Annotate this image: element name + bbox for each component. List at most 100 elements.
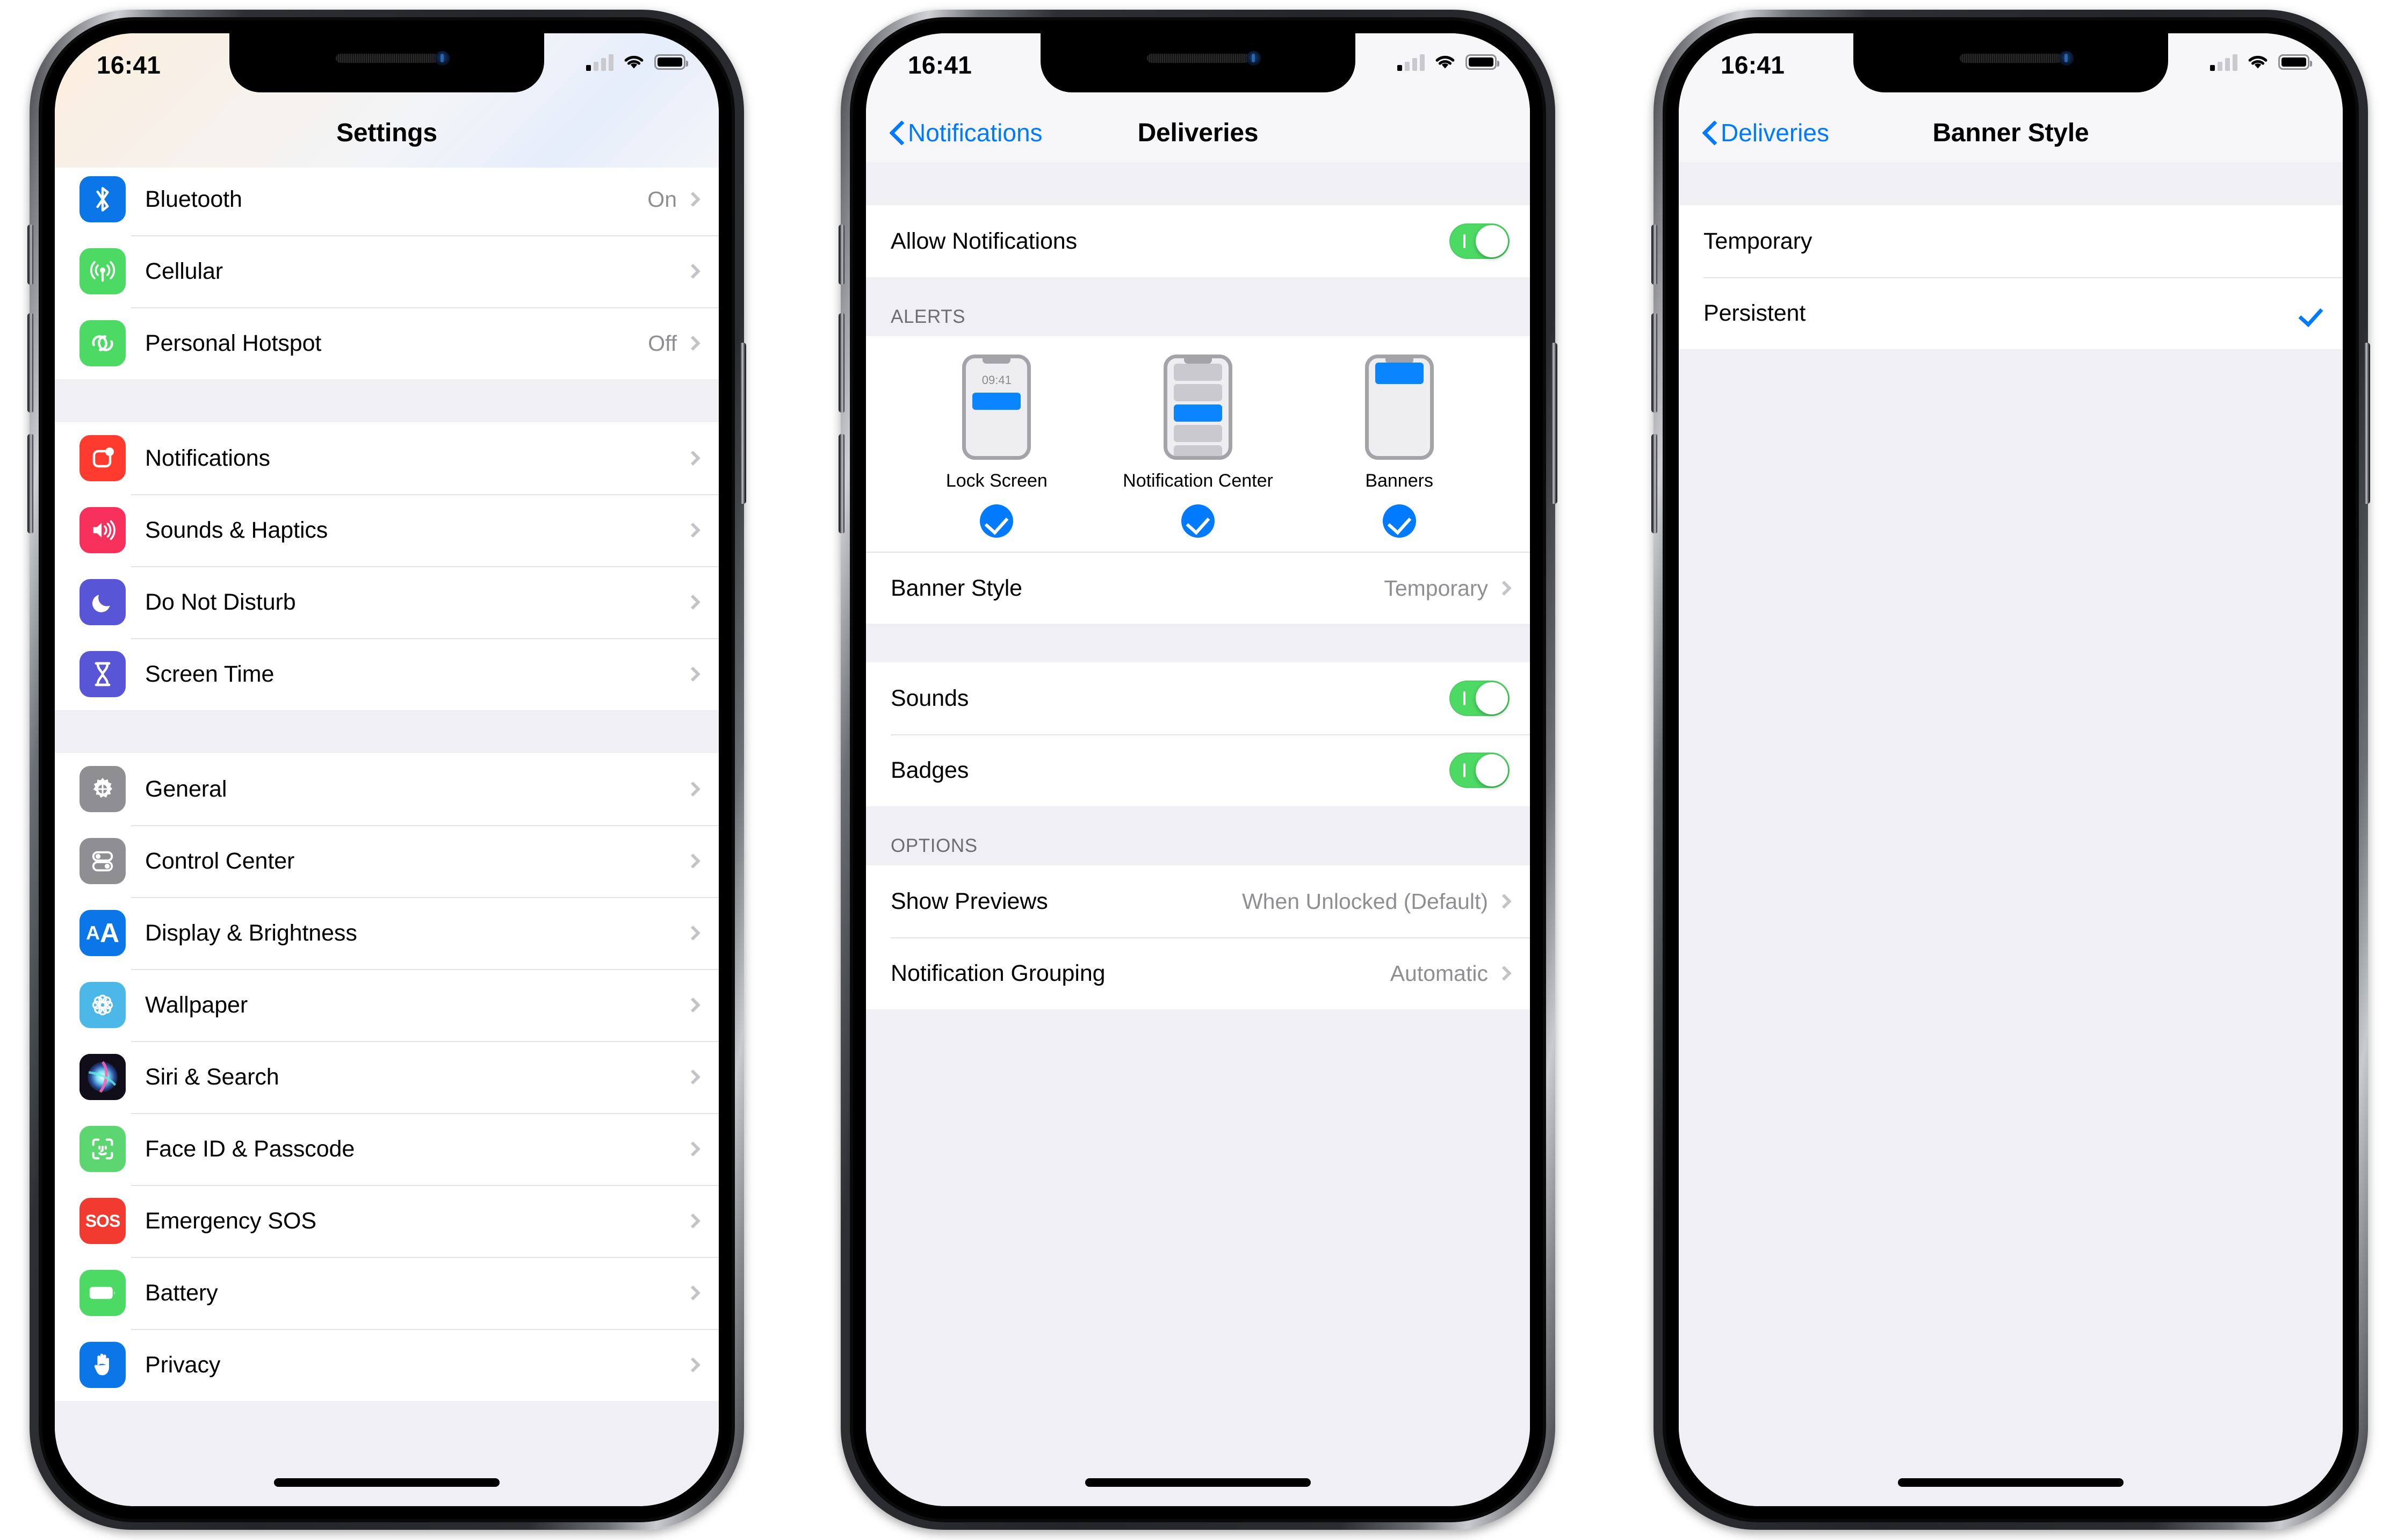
- sos-icon: SOS: [80, 1198, 126, 1244]
- row-badges[interactable]: Badges: [866, 734, 1530, 806]
- alert-option-banners[interactable]: Banners: [1332, 355, 1467, 538]
- alert-label: Lock Screen: [945, 471, 1048, 491]
- settings-row-control-center[interactable]: Control Center: [55, 825, 719, 897]
- allow-notifications-toggle[interactable]: [1449, 223, 1510, 259]
- row-label: Notifications: [145, 445, 270, 471]
- sounds-toggle[interactable]: [1449, 681, 1510, 716]
- row-label: Siri & Search: [145, 1064, 279, 1090]
- text-size-icon: AA: [80, 910, 126, 956]
- settings-row-sounds-haptics[interactable]: Sounds & Haptics: [55, 494, 719, 566]
- alert-checkbox-checked[interactable]: [1181, 504, 1215, 538]
- alert-option-notification-center[interactable]: Notification Center: [1123, 355, 1273, 538]
- row-label: Privacy: [145, 1351, 221, 1378]
- settings-row-display-brightness[interactable]: AA Display & Brightness: [55, 897, 719, 969]
- front-camera-icon: [1246, 51, 1261, 66]
- phone-deliveries: 16:41 Notifications Deliveries Allow Not…: [839, 10, 1557, 1530]
- screenshot-stage: 16:41 Settings Bluetooth On Cellular Per…: [0, 0, 2390, 1540]
- home-indicator[interactable]: [1085, 1478, 1311, 1487]
- row-show-previews[interactable]: Show Previews When Unlocked (Default): [866, 865, 1530, 937]
- chevron-right-icon: [685, 191, 701, 207]
- volume-up-button[interactable]: [839, 313, 844, 413]
- power-button[interactable]: [740, 343, 746, 504]
- row-allow-notifications[interactable]: Allow Notifications: [866, 205, 1530, 277]
- settings-row-general[interactable]: General: [55, 753, 719, 825]
- volume-down-button[interactable]: [839, 434, 844, 533]
- row-label: Do Not Disturb: [145, 589, 296, 615]
- sounds-badges-group: Sounds Badges: [866, 662, 1530, 806]
- power-button[interactable]: [1551, 343, 1557, 504]
- gear-icon: [80, 766, 126, 812]
- row-notification-grouping[interactable]: Notification Grouping Automatic: [866, 937, 1530, 1009]
- chevron-right-icon: [685, 997, 701, 1013]
- row-label: Battery: [145, 1279, 218, 1306]
- nav-bar: Deliveries Banner Style: [1679, 106, 2343, 162]
- chevron-right-icon: [685, 450, 701, 466]
- settings-row-battery[interactable]: Battery: [55, 1257, 719, 1329]
- volume-down-button[interactable]: [27, 434, 33, 533]
- settings-row-siri-search[interactable]: Siri & Search: [55, 1041, 719, 1113]
- badges-toggle[interactable]: [1449, 753, 1510, 788]
- cellular-signal-icon: [1397, 53, 1425, 71]
- deliveries-list[interactable]: Allow Notifications ALERTS 09:41 Lock Sc…: [866, 162, 1530, 1506]
- row-label: Screen Time: [145, 661, 275, 687]
- notch: [1041, 33, 1355, 92]
- mute-switch[interactable]: [1651, 225, 1657, 285]
- row-label: Control Center: [145, 848, 295, 874]
- settings-row-privacy[interactable]: Privacy: [55, 1329, 719, 1401]
- row-sounds[interactable]: Sounds: [866, 662, 1530, 734]
- siri-icon: [80, 1054, 126, 1100]
- earpiece-speaker-icon: [1960, 54, 2062, 63]
- hand-icon: [80, 1342, 126, 1388]
- settings-row-face-id-passcode[interactable]: Face ID & Passcode: [55, 1113, 719, 1185]
- volume-up-button[interactable]: [1651, 313, 1657, 413]
- front-camera-icon: [2059, 51, 2074, 66]
- group-gap: [55, 379, 719, 422]
- chevron-right-icon: [685, 1285, 701, 1301]
- settings-list[interactable]: Bluetooth On Cellular Personal Hotspot O…: [55, 162, 719, 1506]
- banner-style-list[interactable]: Temporary Persistent: [1679, 162, 2343, 1506]
- settings-row-screen-time[interactable]: Screen Time: [55, 638, 719, 710]
- flower-icon: [80, 982, 126, 1028]
- volume-up-button[interactable]: [27, 313, 33, 413]
- settings-row-cellular[interactable]: Cellular: [55, 235, 719, 307]
- power-button[interactable]: [2364, 343, 2370, 504]
- row-label: Wallpaper: [145, 992, 248, 1018]
- alert-label: Notification Center: [1123, 471, 1273, 491]
- settings-row-notifications[interactable]: Notifications: [55, 422, 719, 494]
- option-temporary[interactable]: Temporary: [1679, 205, 2343, 277]
- alert-label: Banners: [1365, 471, 1433, 491]
- alert-checkbox-checked[interactable]: [980, 504, 1014, 538]
- phone-screen: 16:41 Notifications Deliveries Allow Not…: [866, 33, 1530, 1506]
- home-indicator[interactable]: [1898, 1478, 2124, 1487]
- row-label: Bluetooth: [145, 186, 242, 212]
- row-banner-style[interactable]: Banner Style Temporary: [866, 552, 1530, 624]
- mute-switch[interactable]: [839, 225, 844, 285]
- notch: [1853, 33, 2168, 92]
- mute-switch[interactable]: [27, 225, 33, 285]
- chevron-right-icon: [685, 522, 701, 538]
- row-label: Sounds: [891, 685, 969, 711]
- settings-row-wallpaper[interactable]: Wallpaper: [55, 969, 719, 1041]
- alert-checkbox-checked[interactable]: [1382, 504, 1416, 538]
- alert-option-lock-screen[interactable]: 09:41 Lock Screen: [929, 355, 1064, 538]
- bluetooth-icon: [80, 176, 126, 222]
- settings-group-system: General Control Center A A Display & Bri…: [55, 753, 719, 1401]
- home-indicator[interactable]: [274, 1478, 500, 1487]
- settings-row-personal-hotspot[interactable]: Personal Hotspot Off: [55, 307, 719, 379]
- row-label: Persistent: [1703, 300, 1806, 326]
- row-value: When Unlocked (Default): [1241, 888, 1488, 914]
- battery-icon: [1465, 54, 1499, 70]
- status-time: 16:41: [1721, 51, 1785, 79]
- option-persistent[interactable]: Persistent: [1679, 277, 2343, 349]
- mock-time: 09:41: [981, 373, 1012, 387]
- settings-row-do-not-disturb[interactable]: Do Not Disturb: [55, 566, 719, 638]
- row-label: Cellular: [145, 258, 223, 284]
- earpiece-speaker-icon: [336, 54, 438, 63]
- chevron-right-icon: [685, 666, 701, 682]
- settings-row-emergency-sos[interactable]: SOS Emergency SOS: [55, 1185, 719, 1257]
- settings-row-bluetooth[interactable]: Bluetooth On: [55, 163, 719, 235]
- hourglass-icon: [80, 651, 126, 697]
- row-label: Face ID & Passcode: [145, 1136, 355, 1162]
- group-gap: [866, 162, 1530, 205]
- volume-down-button[interactable]: [1651, 434, 1657, 533]
